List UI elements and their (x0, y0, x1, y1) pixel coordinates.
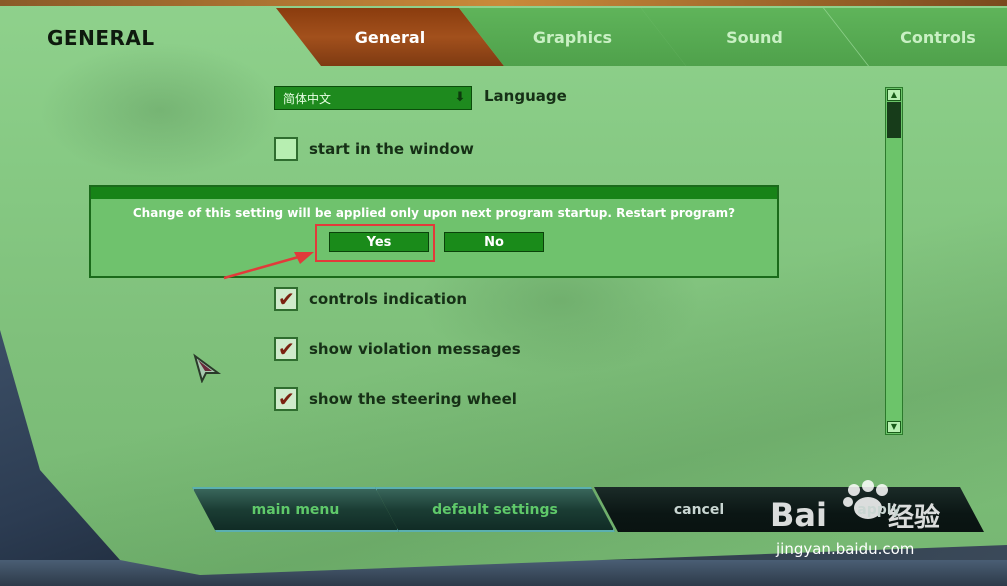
language-select-value: 简体中文 (283, 91, 332, 106)
steering-wheel-label: show the steering wheel (309, 390, 517, 408)
main-menu-label: main menu (251, 501, 340, 518)
no-button[interactable]: No (444, 232, 544, 252)
red-arrow-icon (223, 252, 314, 280)
annotation-highlight-box (315, 224, 435, 262)
tab-sound-label: Sound (726, 27, 783, 47)
arrow-up-icon[interactable]: ▲ (887, 89, 901, 101)
scrollbar-thumb[interactable] (887, 102, 901, 138)
controls-indication-checkbox[interactable]: ✔ (274, 287, 298, 311)
checkmark-icon: ✔ (278, 387, 295, 411)
tab-bar: General Graphics Sound Controls (276, 8, 1007, 66)
checkmark-icon: ✔ (278, 287, 295, 311)
tab-graphics-label: Graphics (532, 27, 613, 47)
dialog-header-bar (91, 187, 777, 199)
cancel-label: cancel (673, 501, 725, 518)
apply-label: apply (857, 501, 901, 518)
tab-controls[interactable]: Controls (824, 8, 1007, 66)
main-menu-button[interactable]: main menu (192, 487, 399, 532)
watermark-url: jingyan.baidu.com (776, 540, 915, 558)
default-settings-label: default settings (432, 501, 558, 518)
mouse-cursor-icon (193, 353, 222, 383)
checkmark-icon: ✔ (278, 337, 295, 361)
violation-messages-checkbox[interactable]: ✔ (274, 337, 298, 361)
steering-wheel-checkbox[interactable]: ✔ (274, 387, 298, 411)
top-strip (0, 0, 1007, 6)
scrollbar[interactable]: ▲ ▼ (885, 87, 903, 435)
violation-messages-label: show violation messages (309, 340, 521, 358)
default-settings-button[interactable]: default settings (375, 487, 615, 532)
chevron-down-icon: ⬇ (454, 90, 466, 105)
language-label: Language (484, 87, 567, 105)
start-window-label: start in the window (309, 140, 474, 158)
tab-controls-label: Controls (900, 27, 976, 47)
svg-text:Bai: Bai (770, 496, 827, 534)
controls-indication-label: controls indication (309, 290, 468, 308)
language-select[interactable]: 简体中文 ⬇ (274, 86, 472, 110)
start-window-checkbox[interactable] (274, 137, 298, 161)
tab-general-label: General (354, 27, 426, 47)
arrow-down-icon[interactable]: ▼ (887, 421, 901, 433)
page-title: GENERAL (47, 26, 155, 50)
dialog-message: Change of this setting will be applied o… (132, 206, 736, 220)
